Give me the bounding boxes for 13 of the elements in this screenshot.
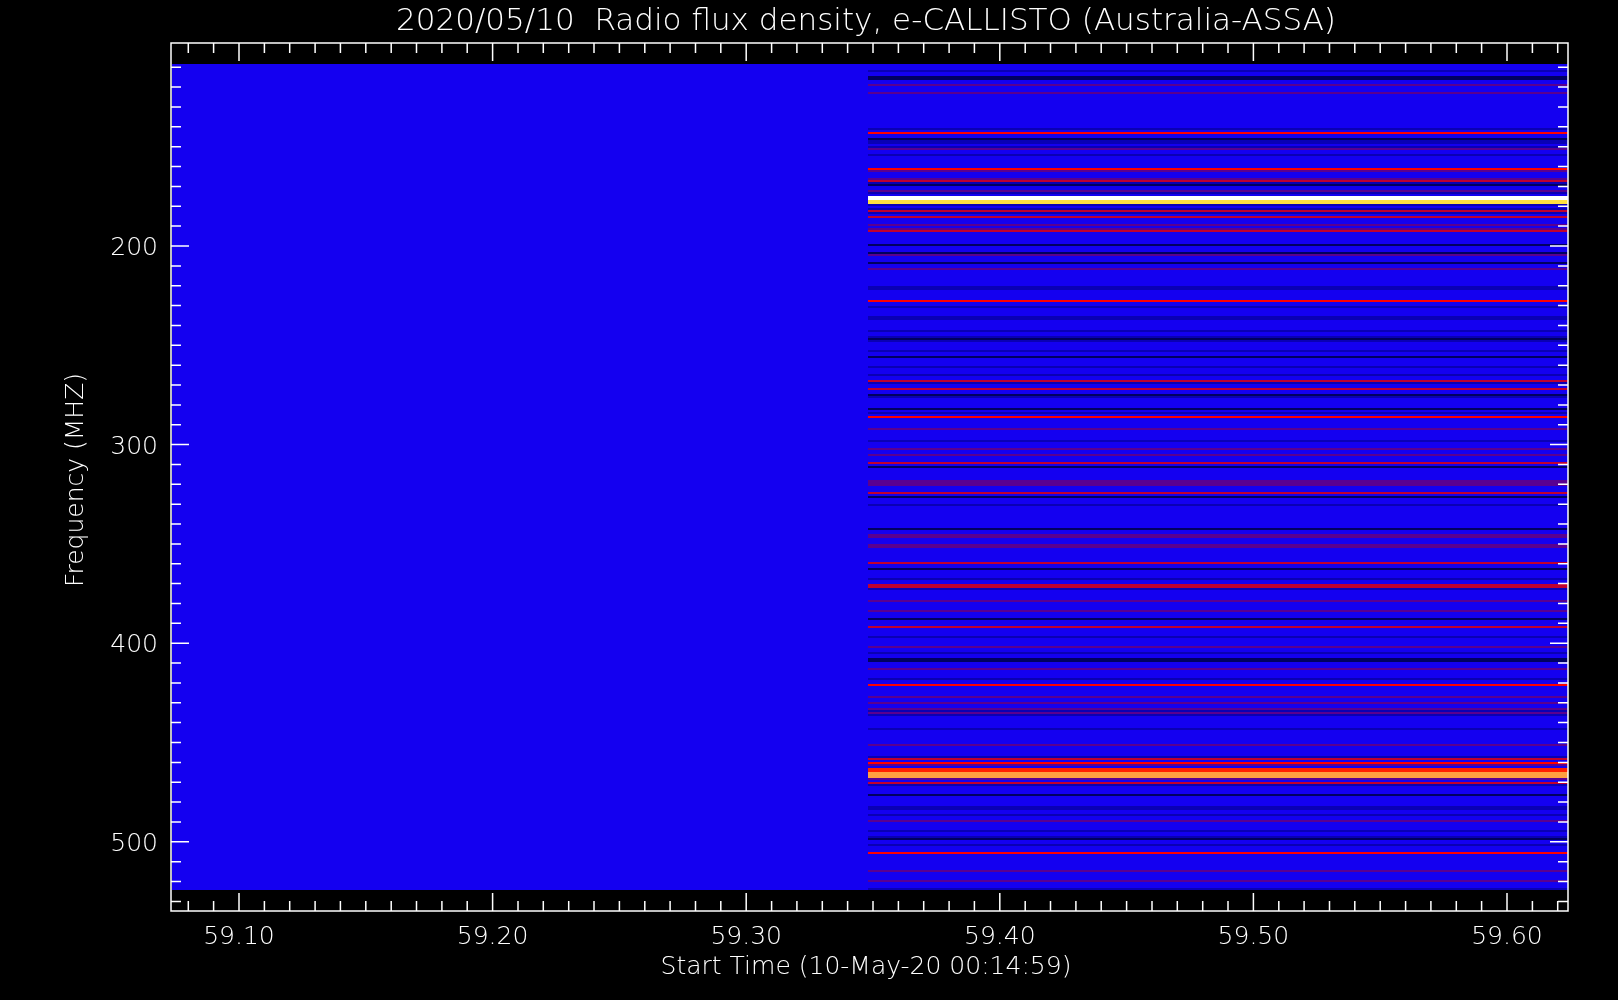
x-tick-label: 59.50 bbox=[1217, 921, 1290, 950]
y-tick-label: 500 bbox=[110, 827, 158, 857]
x-tick-label: 59.10 bbox=[203, 921, 275, 950]
y-tick-label: 200 bbox=[110, 232, 158, 261]
x-axis-label: Start Time (10-May-20 00:14:59) bbox=[660, 951, 1072, 980]
y-axis-label: Frequency (MHZ) bbox=[60, 372, 89, 588]
x-tick-label: 59.40 bbox=[964, 921, 1036, 950]
x-tick-label: 59.60 bbox=[1471, 921, 1543, 950]
y-tick-label: 400 bbox=[110, 629, 158, 659]
chart-title: 2020/05/10 Radio flux density, e-CALLISTO (Australia-ASSA) bbox=[396, 1, 1336, 37]
x-tick-label: 59.20 bbox=[456, 921, 529, 950]
y-tick-label: 300 bbox=[110, 430, 158, 460]
x-tick-label: 59.30 bbox=[710, 921, 782, 950]
